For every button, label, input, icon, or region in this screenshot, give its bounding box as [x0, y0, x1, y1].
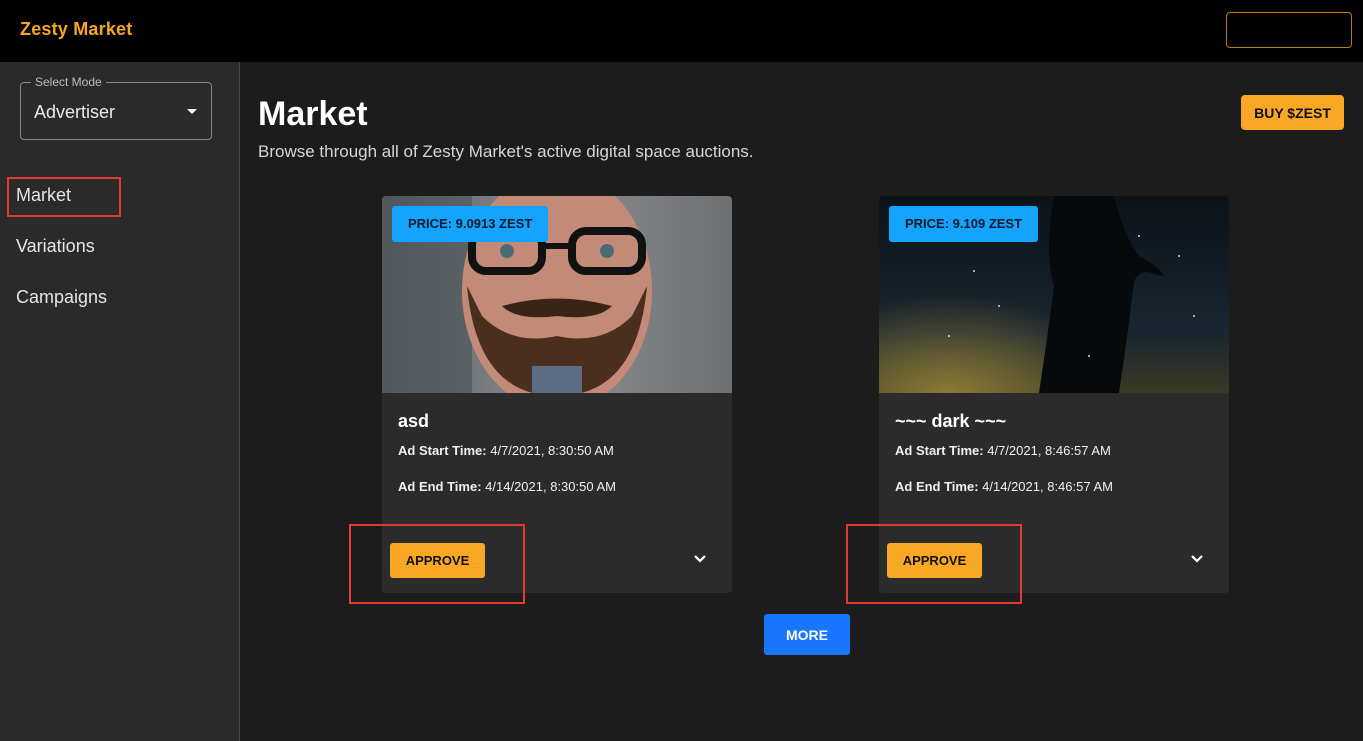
buy-zest-button[interactable]: BUY $ZEST [1241, 95, 1344, 130]
chevron-down-icon[interactable] [1186, 548, 1208, 570]
ad-end-label: Ad End Time: [895, 479, 979, 494]
ad-start-label: Ad Start Time: [398, 443, 487, 458]
wallet-button[interactable] [1226, 12, 1352, 48]
page-title: Market [258, 95, 368, 133]
ad-start-value: 4/7/2021, 8:30:50 AM [486, 443, 614, 458]
ad-end-value: 4/14/2021, 8:30:50 AM [481, 479, 616, 494]
highlight-box-approve [846, 524, 1022, 604]
ad-end-time: Ad End Time: 4/14/2021, 8:30:50 AM [398, 479, 616, 494]
price-badge: PRICE: 9.109 ZEST [889, 206, 1039, 242]
sidebar-item-campaigns[interactable]: Campaigns [16, 287, 107, 308]
card-title: ~~~ dark ~~~ [895, 411, 1007, 431]
ad-start-time: Ad Start Time: 4/7/2021, 8:30:50 AM [398, 443, 614, 458]
chevron-down-icon[interactable] [689, 548, 711, 570]
sidebar-item-variations[interactable]: Variations [16, 236, 95, 257]
card-title: asd [398, 411, 430, 431]
more-button[interactable]: MORE [764, 614, 850, 655]
top-bar: Zesty Market [0, 0, 1363, 62]
ad-start-label: Ad Start Time: [895, 443, 984, 458]
highlight-box-market [7, 177, 121, 217]
sidebar: Select Mode Advertiser Market Variations… [0, 62, 240, 741]
ad-end-label: Ad End Time: [398, 479, 482, 494]
ad-end-value: 4/14/2021, 8:46:57 AM [978, 479, 1113, 494]
page-subtitle: Browse through all of Zesty Market's act… [258, 142, 754, 161]
mode-select[interactable]: Select Mode Advertiser [20, 75, 212, 140]
brand-logo[interactable]: Zesty Market [20, 19, 132, 40]
ad-start-time: Ad Start Time: 4/7/2021, 8:46:57 AM [895, 443, 1111, 458]
main-content: Market Browse through all of Zesty Marke… [241, 62, 1363, 741]
caret-down-icon [187, 109, 197, 114]
price-badge: PRICE: 9.0913 ZEST [392, 206, 549, 242]
ad-start-value: 4/7/2021, 8:46:57 AM [983, 443, 1111, 458]
ad-end-time: Ad End Time: 4/14/2021, 8:46:57 AM [895, 479, 1113, 494]
mode-select-label: Select Mode [31, 75, 106, 89]
mode-select-value: Advertiser [34, 102, 116, 122]
highlight-box-approve [349, 524, 525, 604]
